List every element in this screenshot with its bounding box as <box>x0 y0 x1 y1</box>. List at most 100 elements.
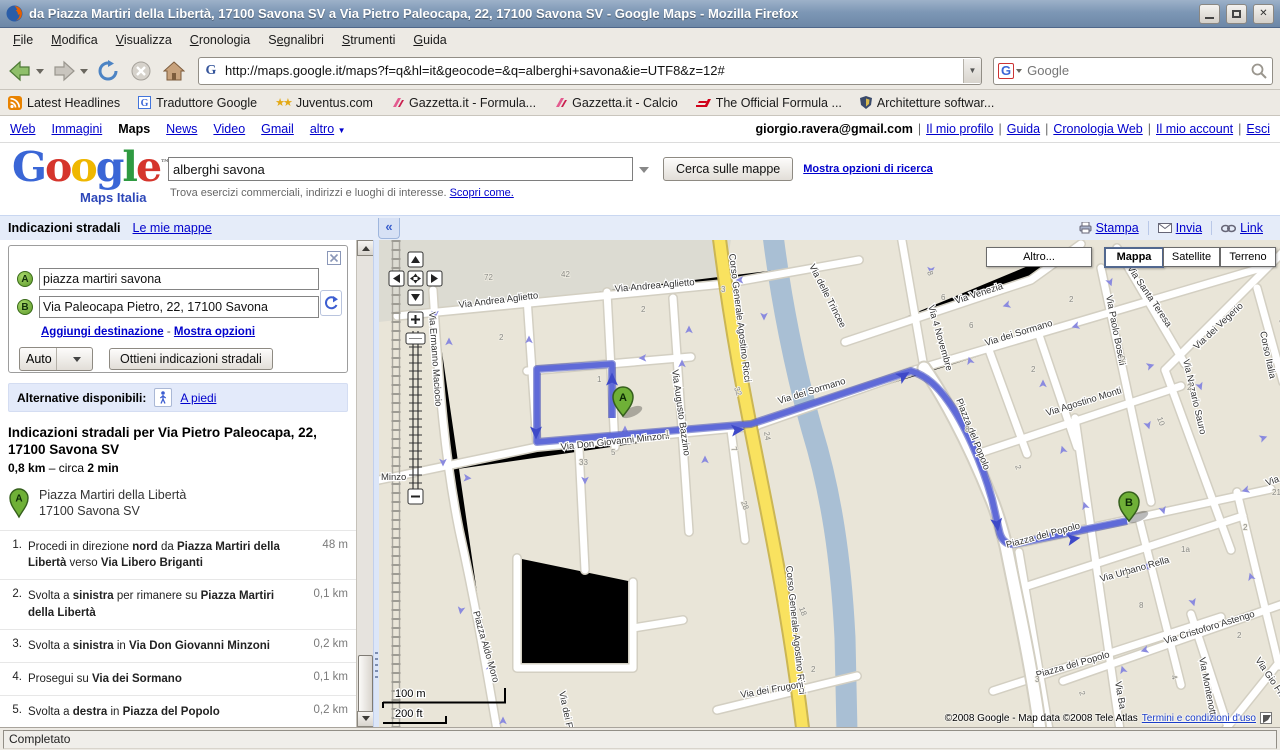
maximize-button[interactable] <box>1226 4 1247 24</box>
forward-dropdown-icon[interactable] <box>80 69 88 78</box>
bookmark-gazzetta-calcio[interactable]: Gazzetta.it - Calcio <box>554 96 678 110</box>
start-point[interactable]: A Piazza Martiri della Libertà17100 Savo… <box>8 487 348 521</box>
marker-a-badge: A <box>17 271 33 287</box>
direction-step[interactable]: 2.Svolta a sinistra per rimanere su Piaz… <box>0 579 356 628</box>
url-input[interactable] <box>223 62 963 79</box>
to-input[interactable] <box>39 296 319 318</box>
close-button[interactable]: ✕ <box>1253 4 1274 24</box>
account-email: giorgio.ravera@gmail.com <box>755 122 912 136</box>
show-options-link[interactable]: Mostra opzioni <box>174 326 255 338</box>
browser-window: da Piazza Martiri della Libertà, 17100 S… <box>0 0 1280 750</box>
select-dropdown-icon <box>56 348 93 370</box>
link-action[interactable]: Link <box>1211 221 1272 235</box>
glink-web[interactable]: Web <box>10 122 35 136</box>
pan-zoom-control[interactable] <box>379 243 449 513</box>
status-text: Completato <box>3 730 1277 749</box>
maptype-terreno-button[interactable]: Terreno <box>1220 247 1276 267</box>
menu-visualizza[interactable]: Visualizza <box>107 30 181 50</box>
url-dropdown-button[interactable]: ▼ <box>963 59 981 83</box>
title-bar: da Piazza Martiri della Libertà, 17100 S… <box>0 0 1280 28</box>
search-options-link[interactable]: Mostra opzioni di ricerca <box>803 163 933 175</box>
glink-immagini[interactable]: Immagini <box>51 122 102 136</box>
tab-indicazioni-stradali: Indicazioni stradali <box>8 221 121 235</box>
swap-destinations-button[interactable] <box>320 290 342 316</box>
collapse-panel-button[interactable]: « <box>378 218 400 239</box>
terms-link[interactable]: Termini e condizioni d'uso <box>1142 713 1256 724</box>
house-number: 2 <box>1237 631 1242 640</box>
reload-button[interactable] <box>93 56 123 86</box>
back-dropdown-icon[interactable] <box>36 69 44 78</box>
panel-scrollbar[interactable] <box>356 240 373 727</box>
link-guida[interactable]: Guida <box>1007 122 1040 136</box>
maps-search-input[interactable] <box>168 157 633 181</box>
scopri-come-link[interactable]: Scopri come. <box>450 187 514 199</box>
map-canvas[interactable]: Via Andrea AgliettoVia Andrea AgliettoVi… <box>379 240 1280 727</box>
menu-file[interactable]: File <box>4 30 42 50</box>
menu-cronologia[interactable]: Cronologia <box>181 30 259 50</box>
house-number: 5 <box>611 448 616 457</box>
direction-step[interactable]: 3.Svolta a sinistra in Via Don Giovanni … <box>0 629 356 662</box>
walking-alternative-link[interactable]: A piedi <box>180 391 216 405</box>
firefox-icon <box>6 5 23 22</box>
house-number: 1a <box>1181 545 1190 554</box>
web-search-input[interactable] <box>1022 62 1250 79</box>
maptype-satellite-button[interactable]: Satellite <box>1163 247 1220 267</box>
send-action[interactable]: Invia <box>1148 221 1211 235</box>
menu-segnalibri[interactable]: Segnalibri <box>259 30 333 50</box>
house-number: 42 <box>561 270 570 279</box>
maptype-altro-button[interactable]: Altro... <box>986 247 1092 267</box>
forward-button[interactable] <box>49 56 79 86</box>
stop-button[interactable] <box>126 56 156 86</box>
get-directions-button[interactable]: Ottieni indicazioni stradali <box>109 348 273 370</box>
travel-mode-select[interactable]: Auto <box>19 347 93 371</box>
maps-header: Google™ Maps Italia Cerca sulle mappe Mo… <box>0 143 1280 215</box>
add-destination-link[interactable]: Aggiungi destinazione <box>41 326 164 338</box>
pan-left-button <box>389 271 404 286</box>
menu-strumenti[interactable]: Strumenti <box>333 30 405 50</box>
bookmark-juventus[interactable]: ★★ Juventus.com <box>275 96 373 110</box>
direction-step[interactable]: 4.Prosegui su Via dei Sormano0,1 km <box>0 662 356 695</box>
bookmark-gazzetta-formula[interactable]: Gazzetta.it - Formula... <box>391 96 536 110</box>
stars-icon: ★★ <box>275 96 291 109</box>
bookmark-latest-headlines[interactable]: Latest Headlines <box>8 96 120 110</box>
direction-step[interactable]: 5.Svolta a destra in Piazza del Popolo0,… <box>0 695 356 727</box>
magnifier-icon[interactable] <box>1250 62 1268 80</box>
google-logo: Google™ <box>12 143 170 191</box>
scroll-down-button[interactable] <box>357 711 374 727</box>
tab-le-mie-mappe[interactable]: Le mie mappe <box>133 221 212 235</box>
glink-video[interactable]: Video <box>213 122 245 136</box>
search-maps-button[interactable]: Cerca sulle mappe <box>663 157 793 181</box>
link-cronologia-web[interactable]: Cronologia Web <box>1053 122 1142 136</box>
bookmark-traduttore-google[interactable]: G Traduttore Google <box>138 96 257 110</box>
svg-text:100 m: 100 m <box>395 688 426 700</box>
print-action[interactable]: Stampa <box>1070 221 1148 235</box>
marker-a-pin-icon: A <box>8 487 30 519</box>
minimize-button[interactable] <box>1199 4 1220 24</box>
altro-dropdown-icon[interactable]: ▼ <box>338 126 346 135</box>
bookmark-architetture[interactable]: Architetture softwar... <box>860 96 994 110</box>
glink-news[interactable]: News <box>166 122 197 136</box>
link-account[interactable]: Il mio account <box>1156 122 1233 136</box>
close-form-icon[interactable] <box>327 251 341 265</box>
house-number: 2 <box>1243 523 1248 532</box>
back-button[interactable] <box>5 56 35 86</box>
from-input[interactable] <box>39 268 319 290</box>
directions-panel: A B Aggiungi destinazione - Mostra opzio… <box>0 240 356 727</box>
scroll-up-button[interactable] <box>357 240 374 256</box>
bookmark-formula1[interactable]: The Official Formula ... <box>696 96 842 110</box>
menu-modifica[interactable]: Modifica <box>42 30 107 50</box>
link-esci[interactable]: Esci <box>1246 122 1270 136</box>
expand-map-icon[interactable] <box>1260 712 1272 724</box>
search-suggestions-dropdown-icon[interactable] <box>639 167 649 178</box>
menu-guida[interactable]: Guida <box>404 30 455 50</box>
link-profilo[interactable]: Il mio profilo <box>926 122 993 136</box>
rss-icon <box>8 96 22 110</box>
envelope-icon <box>1158 223 1172 233</box>
search-engine-icon[interactable]: G <box>998 63 1014 79</box>
glink-gmail[interactable]: Gmail <box>261 122 294 136</box>
glink-altro[interactable]: altro <box>310 122 334 136</box>
home-button[interactable] <box>159 56 189 86</box>
maptype-mappa-button[interactable]: Mappa <box>1104 247 1164 268</box>
shield-icon <box>860 96 872 109</box>
direction-step[interactable]: 1.Procedi in direzione nord da Piazza Ma… <box>0 530 356 579</box>
